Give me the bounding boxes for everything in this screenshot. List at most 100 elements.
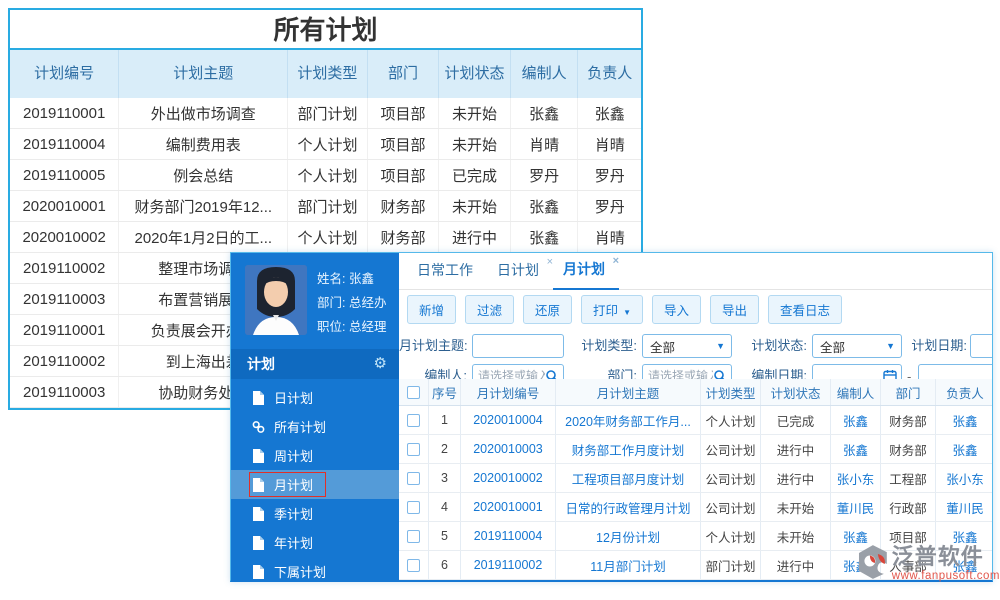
row-checkbox[interactable] xyxy=(407,414,420,427)
sidebar-item-下属计划[interactable]: 下属计划 xyxy=(231,557,399,582)
fg-cell-link[interactable]: 张鑫 xyxy=(936,435,993,463)
bg-cell: 张鑫 xyxy=(511,222,579,252)
all-plans-table-header: 计划编号计划主题计划类型部门计划状态编制人负责人 xyxy=(10,50,641,98)
fg-cell: 工程部 xyxy=(881,464,936,492)
新增-button[interactable]: 新增 xyxy=(407,295,456,324)
fg-cell-link[interactable]: 日常的行政管理月计划 xyxy=(556,493,701,521)
fg-cell-link[interactable]: 董川民 xyxy=(936,493,993,521)
filter-type-select[interactable]: 全部 ▼ xyxy=(642,334,732,358)
bg-cell: 例会总结 xyxy=(119,160,288,190)
fg-cell-link[interactable]: 2020010004 xyxy=(461,406,556,434)
fg-cell-link[interactable]: 2019110002 xyxy=(461,551,556,579)
bg-cell: 肖晴 xyxy=(578,222,641,252)
fg-cell: 已完成 xyxy=(761,406,831,434)
close-icon[interactable]: × xyxy=(613,255,619,267)
bg-cell: 项目部 xyxy=(368,160,440,190)
fg-cell-link[interactable]: 2020010001 xyxy=(461,493,556,521)
bg-cell: 2019110001 xyxy=(10,315,119,345)
gear-icon[interactable]: ⚙ xyxy=(374,349,387,379)
bg-cell: 个人计划 xyxy=(288,222,368,252)
select-all-checkbox[interactable] xyxy=(407,386,420,399)
bg-cell: 未开始 xyxy=(439,129,511,159)
filter-subject-input[interactable] xyxy=(473,335,563,357)
file-icon xyxy=(252,478,265,492)
bg-cell: 2020010002 xyxy=(10,222,119,252)
bg-cell: 2019110003 xyxy=(10,377,119,407)
filter-plandate-input[interactable] xyxy=(971,335,993,357)
sidebar-item-日计划[interactable]: 日计划 xyxy=(231,383,399,412)
fg-cell-link[interactable]: 工程项目部月度计划 xyxy=(556,464,701,492)
bg-cell: 财务部门2019年12... xyxy=(119,191,288,221)
table-row[interactable]: 120200100042020年财务部工作月...个人计划已完成张鑫财务部张鑫 xyxy=(399,406,993,435)
fg-cell-link[interactable]: 2020010003 xyxy=(461,435,556,463)
vendor-logo-icon xyxy=(856,544,890,580)
sidebar-menu: 日计划所有计划周计划月计划季计划年计划下属计划 xyxy=(231,379,399,582)
sidebar-section-plan[interactable]: 计划 ⚙ xyxy=(231,349,399,379)
fg-cell: 个人计划 xyxy=(701,406,761,434)
bg-column-header: 计划状态 xyxy=(439,50,511,98)
table-row[interactable]: 2020010001财务部门2019年12...部门计划财务部未开始张鑫罗丹 xyxy=(10,191,641,222)
row-select-cell xyxy=(399,493,429,521)
row-checkbox[interactable] xyxy=(407,501,420,514)
fg-cell: 公司计划 xyxy=(701,435,761,463)
查看日志-button[interactable]: 查看日志 xyxy=(768,295,842,324)
row-checkbox[interactable] xyxy=(407,443,420,456)
sidebar-item-季计划[interactable]: 季计划 xyxy=(231,499,399,528)
row-select-cell xyxy=(399,464,429,492)
tab-月计划[interactable]: 月计划× xyxy=(553,259,619,290)
bg-cell: 进行中 xyxy=(439,222,511,252)
table-row[interactable]: 2019110004编制费用表个人计划项目部未开始肖晴肖晴 xyxy=(10,129,641,160)
fg-cell: 个人计划 xyxy=(701,522,761,550)
fg-cell-link[interactable]: 12月份计划 xyxy=(556,522,701,550)
fg-column-header: 计划状态 xyxy=(761,379,831,405)
fg-cell-link[interactable]: 2020年财务部工作月... xyxy=(556,406,701,434)
fg-cell-link[interactable]: 张鑫 xyxy=(831,435,881,463)
fg-cell-link[interactable]: 2019110004 xyxy=(461,522,556,550)
row-checkbox[interactable] xyxy=(407,472,420,485)
fg-cell: 未开始 xyxy=(761,522,831,550)
table-row[interactable]: 22020010003财务部工作月度计划公司计划进行中张鑫财务部张鑫 xyxy=(399,435,993,464)
row-checkbox[interactable] xyxy=(407,530,420,543)
avatar xyxy=(245,265,307,335)
bg-cell: 肖晴 xyxy=(511,129,579,159)
sidebar-item-所有计划[interactable]: 所有计划 xyxy=(231,412,399,441)
file-icon xyxy=(252,536,265,550)
bg-cell: 张鑫 xyxy=(578,98,641,128)
tab-日常工作[interactable]: 日常工作 xyxy=(407,260,487,289)
table-row[interactable]: 2019110001外出做市场调查部门计划项目部未开始张鑫张鑫 xyxy=(10,98,641,129)
fg-cell-link[interactable]: 张小东 xyxy=(936,464,993,492)
导出-button[interactable]: 导出 xyxy=(710,295,759,324)
fg-cell-link[interactable]: 董川民 xyxy=(831,493,881,521)
fg-cell-link[interactable]: 张鑫 xyxy=(936,406,993,434)
table-row[interactable]: 32020010002工程项目部月度计划公司计划进行中张小东工程部张小东 xyxy=(399,464,993,493)
导入-button[interactable]: 导入 xyxy=(652,295,701,324)
vendor-url: www.fanpusoft.com xyxy=(892,570,1000,582)
还原-button[interactable]: 还原 xyxy=(523,295,572,324)
profile-title: 职位: 总经理 xyxy=(317,315,386,339)
fg-cell-link[interactable]: 11月部门计划 xyxy=(556,551,701,579)
tab-日计划[interactable]: 日计划× xyxy=(487,260,553,289)
bg-cell: 编制费用表 xyxy=(119,129,288,159)
sidebar-item-年计划[interactable]: 年计划 xyxy=(231,528,399,557)
table-row[interactable]: 2019110005例会总结个人计划项目部已完成罗丹罗丹 xyxy=(10,160,641,191)
fg-cell: 财务部 xyxy=(881,435,936,463)
bg-column-header: 计划编号 xyxy=(10,50,119,98)
table-row[interactable]: 42020010001日常的行政管理月计划公司计划未开始董川民行政部董川民 xyxy=(399,493,993,522)
fg-column-header: 负责人 xyxy=(936,379,993,405)
vendor-text: 泛普软件 www.fanpusoft.com xyxy=(892,544,1000,582)
sidebar-item-周计划[interactable]: 周计划 xyxy=(231,441,399,470)
fg-cell-link[interactable]: 2020010002 xyxy=(461,464,556,492)
sidebar-item-月计划[interactable]: 月计划 xyxy=(231,470,399,499)
bg-cell: 外出做市场调查 xyxy=(119,98,288,128)
sidebar-item-label: 周计划 xyxy=(274,446,313,465)
fg-cell-link[interactable]: 财务部工作月度计划 xyxy=(556,435,701,463)
fg-cell: 部门计划 xyxy=(701,551,761,579)
fg-cell-link[interactable]: 张小东 xyxy=(831,464,881,492)
fg-cell-link[interactable]: 张鑫 xyxy=(831,406,881,434)
过滤-button[interactable]: 过滤 xyxy=(465,295,514,324)
row-checkbox[interactable] xyxy=(407,559,420,572)
打印-button[interactable]: 打印▼ xyxy=(581,295,643,324)
table-row[interactable]: 20200100022020年1月2日的工...个人计划财务部进行中张鑫肖晴 xyxy=(10,222,641,253)
filter-status-select[interactable]: 全部 ▼ xyxy=(812,334,902,358)
bg-cell: 财务部 xyxy=(368,191,440,221)
